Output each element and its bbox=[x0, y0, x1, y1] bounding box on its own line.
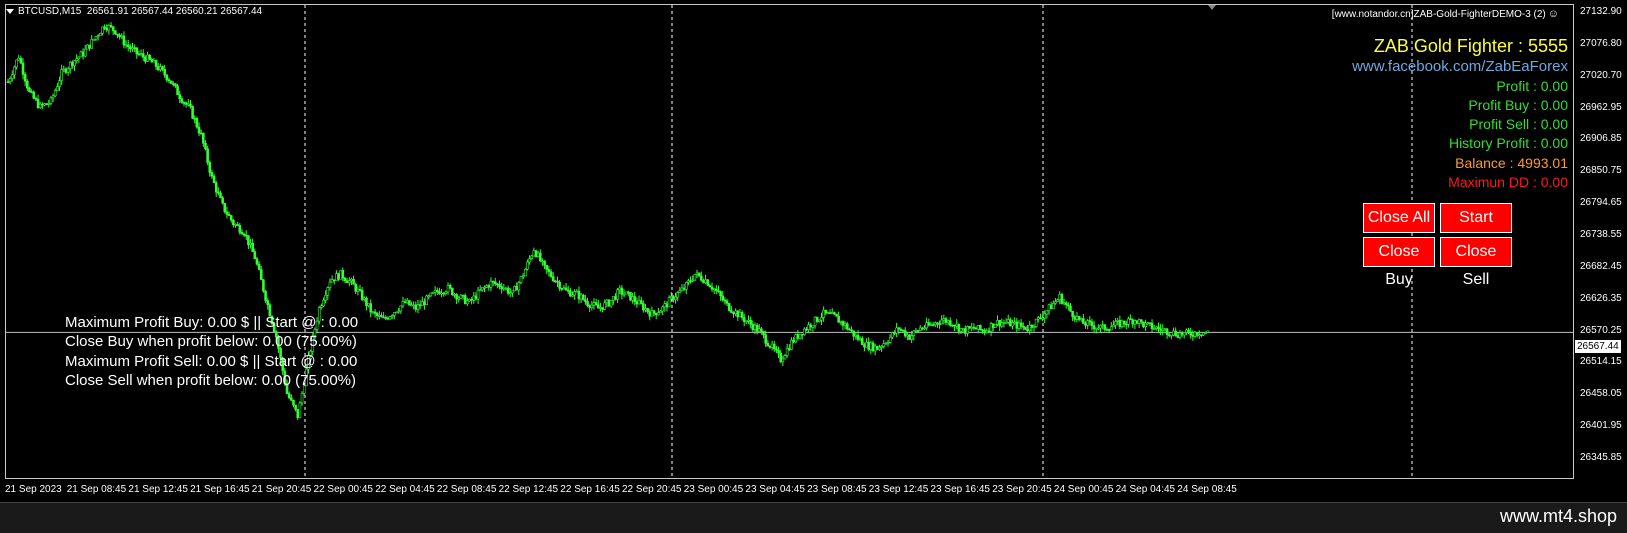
time-tick-label: 23 Sep 12:45 bbox=[868, 484, 929, 495]
profit-label: Profit : 0.00 bbox=[1496, 78, 1568, 94]
time-tick-label: 23 Sep 00:45 bbox=[683, 484, 744, 495]
price-tick-label: 26570.25 bbox=[1580, 324, 1622, 336]
max-dd-label: Maximun DD : 0.00 bbox=[1448, 174, 1568, 190]
start-button[interactable]: Start bbox=[1440, 203, 1512, 233]
profit-sell-label: Profit Sell : 0.00 bbox=[1469, 116, 1568, 132]
price-tick-label: 26458.05 bbox=[1580, 388, 1622, 400]
time-tick-label: 21 Sep 2023 bbox=[5, 484, 62, 495]
close-buy-below-text: Close Buy when profit below: 0.00 (75.00… bbox=[65, 333, 357, 350]
balance-label: Balance : 4993.01 bbox=[1455, 155, 1568, 171]
dropdown-triangle-icon[interactable] bbox=[6, 8, 14, 14]
time-tick-label: 24 Sep 00:45 bbox=[1053, 484, 1114, 495]
time-tick-label: 22 Sep 20:45 bbox=[622, 484, 682, 495]
price-tick-label: 26682.45 bbox=[1580, 260, 1622, 272]
ea-title: ZAB Gold Fighter : 5555 bbox=[1373, 36, 1568, 56]
price-tick-label: 26345.85 bbox=[1580, 452, 1622, 463]
price-tick-label: 26794.65 bbox=[1580, 197, 1622, 209]
price-tick-label: 27132.90 bbox=[1580, 6, 1622, 17]
time-tick-label: 23 Sep 04:45 bbox=[745, 484, 805, 495]
price-tick-label: 27020.70 bbox=[1580, 69, 1622, 81]
ea-facebook-link[interactable]: www.facebook.com/ZabEaForex bbox=[1352, 58, 1568, 75]
close-sell-button[interactable]: Close Sell bbox=[1440, 237, 1512, 288]
time-tick-label: 22 Sep 16:45 bbox=[560, 484, 620, 495]
chart-window[interactable]: BTCUSD,M15 26561.91 26567.44 26560.21 26… bbox=[0, 0, 1627, 502]
time-tick-label: 23 Sep 20:45 bbox=[992, 484, 1052, 495]
footer-bar: www.mt4.shop bbox=[0, 502, 1627, 533]
price-tick-label: 26906.85 bbox=[1580, 133, 1622, 145]
price-tick-label: 26514.15 bbox=[1580, 356, 1622, 368]
symbol-header[interactable]: BTCUSD,M15 26561.91 26567.44 26560.21 26… bbox=[6, 6, 262, 17]
time-tick-label: 21 Sep 20:45 bbox=[251, 484, 312, 495]
watermark-text: www.mt4.shop bbox=[1499, 506, 1617, 526]
profit-buy-label: Profit Buy : 0.00 bbox=[1468, 97, 1568, 113]
current-price-tag: 26567.44 bbox=[1575, 340, 1621, 353]
time-tick-label: 22 Sep 12:45 bbox=[498, 484, 559, 495]
time-tick-label: 21 Sep 12:45 bbox=[128, 484, 188, 495]
time-tick-label: 24 Sep 04:45 bbox=[1115, 484, 1176, 495]
history-profit-label: History Profit : 0.00 bbox=[1448, 135, 1568, 151]
ohlc-values: 26561.91 26567.44 26560.21 26567.44 bbox=[86, 6, 263, 17]
price-tick-label: 27076.80 bbox=[1580, 37, 1622, 49]
max-profit-sell-text: Maximum Profit Sell: 0.00 $ || Start @ :… bbox=[65, 353, 358, 370]
max-profit-buy-text: Maximum Profit Buy: 0.00 $ || Start @ : … bbox=[65, 314, 359, 331]
plot-frame bbox=[5, 4, 1574, 479]
price-tick-label: 26738.55 bbox=[1580, 229, 1622, 240]
smiley-face-icon[interactable]: ☺ bbox=[1548, 8, 1559, 20]
time-tick-label: 22 Sep 04:45 bbox=[375, 484, 435, 495]
time-tick-label: 24 Sep 08:45 bbox=[1177, 484, 1237, 495]
broker-label: [www.notandor.cn]ZAB-Gold-FighterDEMO-3 … bbox=[1332, 8, 1559, 20]
price-tick-label: 26850.75 bbox=[1580, 165, 1622, 177]
close-all-button[interactable]: Close All bbox=[1363, 203, 1435, 233]
symbol-name: BTCUSD,M15 bbox=[18, 6, 82, 17]
time-tick-label: 23 Sep 16:45 bbox=[930, 484, 991, 495]
close-sell-below-text: Close Sell when profit below: 0.00 (75.0… bbox=[65, 372, 356, 389]
price-tick-label: 26626.35 bbox=[1580, 292, 1622, 304]
time-tick-label: 23 Sep 08:45 bbox=[807, 484, 867, 495]
broker-text: [www.notandor.cn]ZAB-Gold-FighterDEMO-3 … bbox=[1331, 9, 1546, 20]
price-tick-label: 26962.95 bbox=[1580, 101, 1622, 113]
time-tick-label: 21 Sep 16:45 bbox=[190, 484, 250, 495]
time-tick-label: 22 Sep 08:45 bbox=[436, 484, 497, 495]
time-tick-label: 22 Sep 00:45 bbox=[313, 484, 374, 495]
time-tick-label: 21 Sep 08:45 bbox=[66, 484, 127, 495]
close-buy-button[interactable]: Close Buy bbox=[1363, 237, 1435, 288]
price-tick-label: 26401.95 bbox=[1580, 420, 1622, 432]
